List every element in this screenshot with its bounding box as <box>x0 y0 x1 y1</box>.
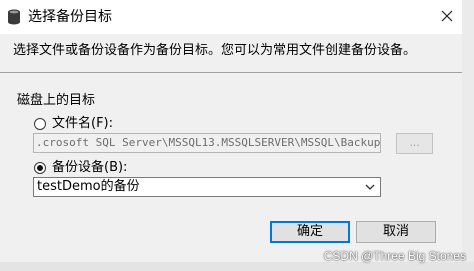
cancel-button[interactable]: 取消 <box>356 221 436 243</box>
destination-group-label: 磁盘上的目标 <box>17 93 96 108</box>
backup-device-dropdown[interactable]: testDemo的备份 <box>33 177 381 197</box>
database-icon <box>7 9 21 25</box>
title-bar: 选择备份目标 <box>0 0 462 34</box>
select-backup-destination-dialog: 选择备份目标 选择文件或备份设备作为备份目标。您可以为常用文件创建备份设备。 磁… <box>0 0 463 271</box>
chevron-down-icon[interactable] <box>364 181 376 193</box>
browse-button: ... <box>396 133 433 154</box>
divider <box>0 72 462 73</box>
file-path-field: .crosoft SQL Server\MSSQL13.MSSQLSERVER\… <box>33 133 381 153</box>
file-name-option[interactable]: 文件名(F): <box>34 115 113 132</box>
backup-device-value: testDemo的备份 <box>37 179 140 194</box>
close-icon[interactable] <box>436 5 458 27</box>
file-name-radio[interactable] <box>34 117 46 130</box>
backup-device-radio[interactable] <box>34 161 46 174</box>
dialog-description: 选择文件或备份设备作为备份目标。您可以为常用文件创建备份设备。 <box>13 43 417 58</box>
ok-button[interactable]: 确定 <box>270 221 350 243</box>
backup-device-label: 备份设备(B): <box>52 160 128 175</box>
file-name-label: 文件名(F): <box>52 116 114 131</box>
background-window-edge <box>462 0 474 271</box>
watermark: CSDN @Three Big Stones <box>323 249 466 263</box>
background-strip <box>0 262 474 271</box>
dialog-title: 选择备份目标 <box>28 9 112 25</box>
backup-device-option[interactable]: 备份设备(B): <box>34 159 127 176</box>
